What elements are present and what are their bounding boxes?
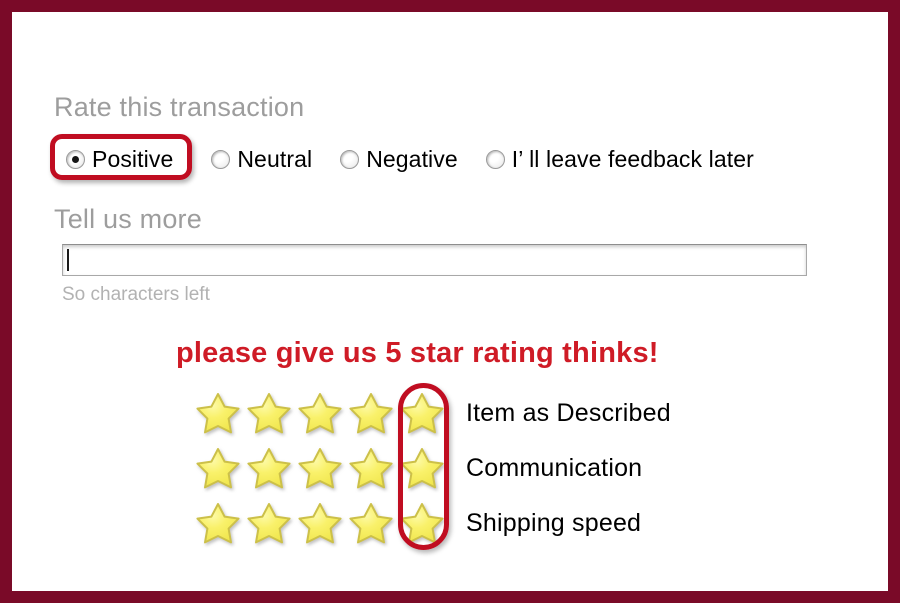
radio-option-feedback-later[interactable]: I’ ll leave feedback later xyxy=(485,145,754,173)
rate-section-heading: Rate this transaction xyxy=(54,92,305,122)
seller-appeal-message: please give us 5 star rating thinks! xyxy=(176,337,659,369)
rating-row: Item as Described xyxy=(194,386,671,441)
rating-row: Shipping speed xyxy=(194,496,671,551)
star-icon[interactable] xyxy=(194,389,245,438)
radio-selected-icon[interactable] xyxy=(66,149,85,169)
star-icon[interactable] xyxy=(296,389,347,438)
radio-option-negative[interactable]: Negative xyxy=(340,146,458,173)
characters-left-text: So characters left xyxy=(62,284,210,305)
radio-label-negative: Negative xyxy=(366,145,458,172)
rating-label-shipping-speed: Shipping speed xyxy=(466,509,642,537)
radio-unselected-icon[interactable] xyxy=(211,149,231,169)
radio-label-positive: Positive xyxy=(92,145,174,172)
star-icon[interactable] xyxy=(347,389,398,438)
radio-option-positive[interactable]: Positive xyxy=(66,146,173,173)
rating-row: Communication xyxy=(194,441,671,496)
star-icon[interactable] xyxy=(347,444,398,493)
star-group-communication[interactable] xyxy=(194,444,449,493)
rating-radio-group: Positive Neutral Negative I’ ll leave fe… xyxy=(50,137,754,181)
star-icon[interactable] xyxy=(398,389,449,438)
star-icon[interactable] xyxy=(245,389,296,438)
image-frame: Rate this transaction Positive Neutral N… xyxy=(0,0,900,603)
text-caret-icon xyxy=(67,249,69,271)
star-icon[interactable] xyxy=(296,499,347,548)
rating-label-communication: Communication xyxy=(466,454,643,482)
radio-unselected-icon[interactable] xyxy=(485,149,505,169)
detailed-ratings: Item as Described Communication Shipping… xyxy=(194,386,671,551)
star-icon[interactable] xyxy=(398,444,449,493)
star-icon[interactable] xyxy=(398,499,449,548)
star-icon[interactable] xyxy=(245,499,296,548)
star-icon[interactable] xyxy=(194,444,245,493)
rating-label-item-as-described: Item as Described xyxy=(466,399,671,427)
star-icon[interactable] xyxy=(347,499,398,548)
comment-input[interactable] xyxy=(62,244,807,276)
comment-section-heading: Tell us more xyxy=(54,204,202,234)
star-group-shipping-speed[interactable] xyxy=(194,499,449,548)
radio-label-feedback-later: I’ ll leave feedback later xyxy=(511,145,754,172)
star-icon[interactable] xyxy=(194,499,245,548)
radio-option-neutral[interactable]: Neutral xyxy=(211,146,312,173)
star-icon[interactable] xyxy=(296,444,347,493)
star-icon[interactable] xyxy=(245,444,296,493)
star-group-item-as-described[interactable] xyxy=(194,389,449,438)
radio-label-neutral: Neutral xyxy=(237,145,313,172)
feedback-form: Rate this transaction Positive Neutral N… xyxy=(12,12,888,591)
radio-unselected-icon[interactable] xyxy=(340,149,360,169)
